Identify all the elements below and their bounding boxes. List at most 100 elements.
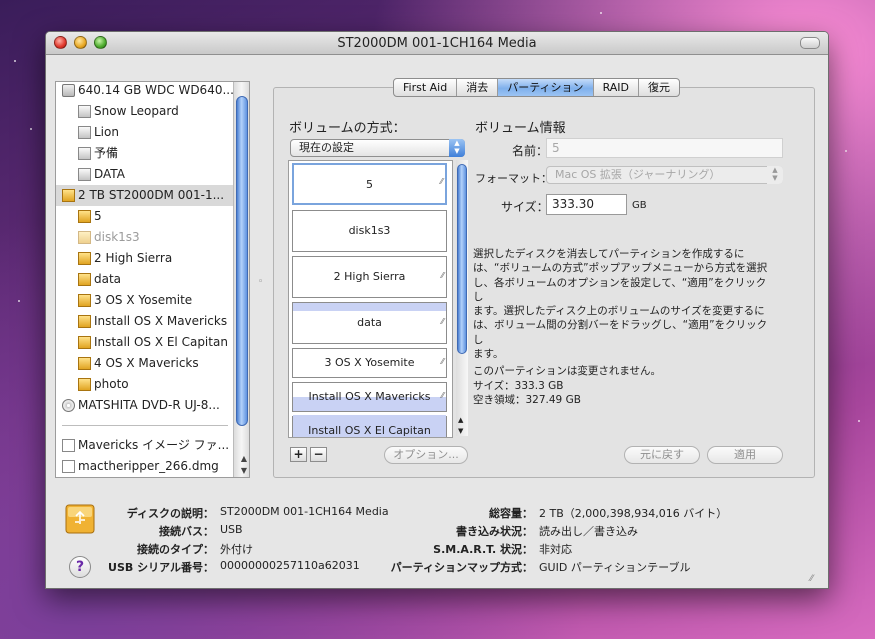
tab-erase[interactable]: 消去 <box>457 79 499 96</box>
smart-status-value: 非対応 <box>539 543 572 556</box>
sidebar-item[interactable]: Mavericks イメージ ファ... <box>56 435 234 456</box>
description-line: 選択したディスクを消去してパーティションを作成するに <box>473 248 745 260</box>
disk-image-icon <box>62 460 75 473</box>
volume-scheme-value: 現在の設定 <box>299 141 354 154</box>
sidebar-scrollbar[interactable]: ▲ ▼ <box>233 82 249 477</box>
window-title: ST2000DM 001-1CH164 Media <box>337 36 537 51</box>
desktop-star <box>18 300 20 302</box>
volume-scheme-popup[interactable]: 現在の設定 ▲ ▼ <box>290 139 465 157</box>
desktop-star <box>858 420 860 422</box>
size-label: サイズ： <box>501 200 549 214</box>
sidebar-item-label: 640.14 GB WDC WD640... <box>78 83 234 97</box>
tab-first-aid[interactable]: First Aid <box>394 79 458 96</box>
desktop-star <box>845 150 847 152</box>
sidebar-item[interactable]: 640.14 GB WDC WD640... <box>56 82 234 101</box>
sidebar-item-label: 予備 <box>94 146 119 160</box>
partition-layout-scrollbar[interactable]: ▲ ▼ <box>456 160 468 436</box>
usb-volume-icon <box>78 231 91 244</box>
options-button[interactable]: オプション... <box>384 446 468 464</box>
description-line: は、ボリューム間の分割バーをドラッグし、“適用”をクリックし <box>473 319 768 346</box>
sidebar-item-label: DATA <box>94 167 125 181</box>
sidebar-item[interactable]: 予備 <box>56 143 234 164</box>
total-capacity-value: 2 TB（2,000,398,934,016 バイト） <box>539 507 728 520</box>
sidebar-item[interactable]: Install OS X El Capitan <box>56 332 234 353</box>
sidebar-scroll-thumb[interactable] <box>236 96 248 426</box>
sidebar-item-label: photo <box>94 377 129 391</box>
partition-block-label: 5 <box>366 178 373 191</box>
tab-bar: First Aid 消去 パーティション RAID 復元 <box>393 78 680 97</box>
volume-name-field[interactable]: 5 <box>546 138 783 158</box>
partition-block[interactable]: Install OS X Mavericks ⁄⁄ <box>292 382 447 412</box>
title-bar[interactable]: ST2000DM 001-1CH164 Media <box>46 32 828 55</box>
format-label: フォーマット： <box>475 172 552 185</box>
remove-partition-button[interactable]: − <box>310 447 327 462</box>
tab-partition[interactable]: パーティション <box>498 79 594 96</box>
sidebar-item-label: MATSHITA DVD-R UJ-8... <box>78 398 220 412</box>
sidebar-item[interactable]: 3 OS X Yosemite <box>56 290 234 311</box>
scroll-down-arrow-icon[interactable]: ▼ <box>458 427 463 435</box>
usb-volume-icon <box>78 294 91 307</box>
usb-serial-value: 00000000257110a62031 <box>220 559 360 572</box>
scroll-up-arrow-icon[interactable]: ▲ <box>241 454 247 463</box>
volume-scheme-label: ボリュームの方式： <box>289 121 406 136</box>
sidebar-item[interactable]: 5 <box>56 206 234 227</box>
volume-icon <box>78 147 91 160</box>
sidebar-item[interactable]: disk1s3 <box>56 227 234 248</box>
sidebar-item[interactable]: MATSHITA DVD-R UJ-8... <box>56 395 234 416</box>
sidebar-item-label: 5 <box>94 209 102 223</box>
sidebar-item[interactable]: photo <box>56 374 234 395</box>
revert-button[interactable]: 元に戻す <box>624 446 700 464</box>
partition-block[interactable]: data ⁄⁄ <box>292 302 447 344</box>
sidebar-item[interactable]: Snow Leopard <box>56 101 234 122</box>
resize-grip-icon[interactable]: ⁄⁄ <box>441 302 444 342</box>
partition-block-label: disk1s3 <box>348 224 391 237</box>
resize-grip-icon[interactable]: ⁄⁄ <box>441 348 444 376</box>
sidebar-item-label: disk1s3 <box>94 230 140 244</box>
scroll-down-arrow-icon[interactable]: ▼ <box>241 466 247 475</box>
partition-scroll-thumb[interactable] <box>457 164 467 354</box>
help-button[interactable]: ? <box>69 556 91 578</box>
tab-raid[interactable]: RAID <box>594 79 639 96</box>
used-space-fill <box>293 303 446 311</box>
sidebar-item-label: Mavericks イメージ ファ... <box>78 438 230 452</box>
partition-block-selected[interactable]: 5 ⁄⁄ <box>292 163 447 205</box>
usb-volume-icon <box>78 315 91 328</box>
sidebar-item[interactable]: 4 OS X Mavericks <box>56 353 234 374</box>
sidebar-item[interactable]: Lion <box>56 122 234 143</box>
sidebar-item[interactable]: mactheripper_266.dmg <box>56 456 234 477</box>
sidebar-item[interactable]: data <box>56 269 234 290</box>
partition-layout[interactable]: 5 ⁄⁄ disk1s3 2 High Sierra ⁄⁄ data ⁄⁄ 3 … <box>288 160 453 438</box>
partition-block-label: Install OS X El Capitan <box>308 424 431 437</box>
sidebar-item[interactable]: 2 High Sierra <box>56 248 234 269</box>
usb-volume-icon <box>78 336 91 349</box>
partition-description: 選択したディスクを消去してパーティションを作成するに は、“ボリュームの方式”ポ… <box>473 247 773 407</box>
size-unit: GB <box>632 200 647 211</box>
partition-block[interactable]: Install OS X El Capitan <box>292 415 447 437</box>
sidebar-item-label: data <box>94 272 122 286</box>
partition-block[interactable]: 2 High Sierra ⁄⁄ <box>292 256 447 298</box>
window-resize-grip-icon[interactable]: ⁄⁄ <box>810 574 813 584</box>
split-view-handle-icon[interactable]: ◦ <box>258 277 263 287</box>
partition-map-label: パーティションマップ方式： <box>390 561 533 574</box>
add-partition-button[interactable]: + <box>290 447 307 462</box>
device-sidebar[interactable]: 640.14 GB WDC WD640... Snow Leopard Lion… <box>55 81 250 478</box>
usb-drive-icon <box>65 504 95 534</box>
sidebar-item-selected-disk[interactable]: 2 TB ST2000DM 001-1... <box>56 185 234 206</box>
sidebar-item[interactable]: DATA <box>56 164 234 185</box>
resize-grip-icon[interactable]: ⁄⁄ <box>441 382 444 410</box>
description-line: は、“ボリュームの方式”ポップアップメニューから方式を選択 <box>473 262 768 275</box>
partition-block[interactable]: 3 OS X Yosemite ⁄⁄ <box>292 348 447 378</box>
size-field[interactable]: 333.30 <box>546 194 627 215</box>
usb-volume-icon <box>78 210 91 223</box>
resize-grip-icon[interactable]: ⁄⁄ <box>441 256 444 296</box>
scroll-up-arrow-icon[interactable]: ▲ <box>458 416 463 424</box>
usb-volume-icon <box>78 273 91 286</box>
partition-block[interactable]: disk1s3 <box>292 210 447 252</box>
sidebar-item[interactable]: Install OS X Mavericks <box>56 311 234 332</box>
toolbar-toggle-button[interactable] <box>800 37 820 49</box>
resize-grip-icon[interactable]: ⁄⁄ <box>440 162 443 202</box>
partition-free-text: 空き領域：327.49 GB <box>473 393 581 406</box>
format-popup[interactable]: Mac OS 拡張（ジャーナリング） ▲ ▼ <box>546 166 783 184</box>
tab-restore[interactable]: 復元 <box>639 79 679 96</box>
apply-button[interactable]: 適用 <box>707 446 783 464</box>
